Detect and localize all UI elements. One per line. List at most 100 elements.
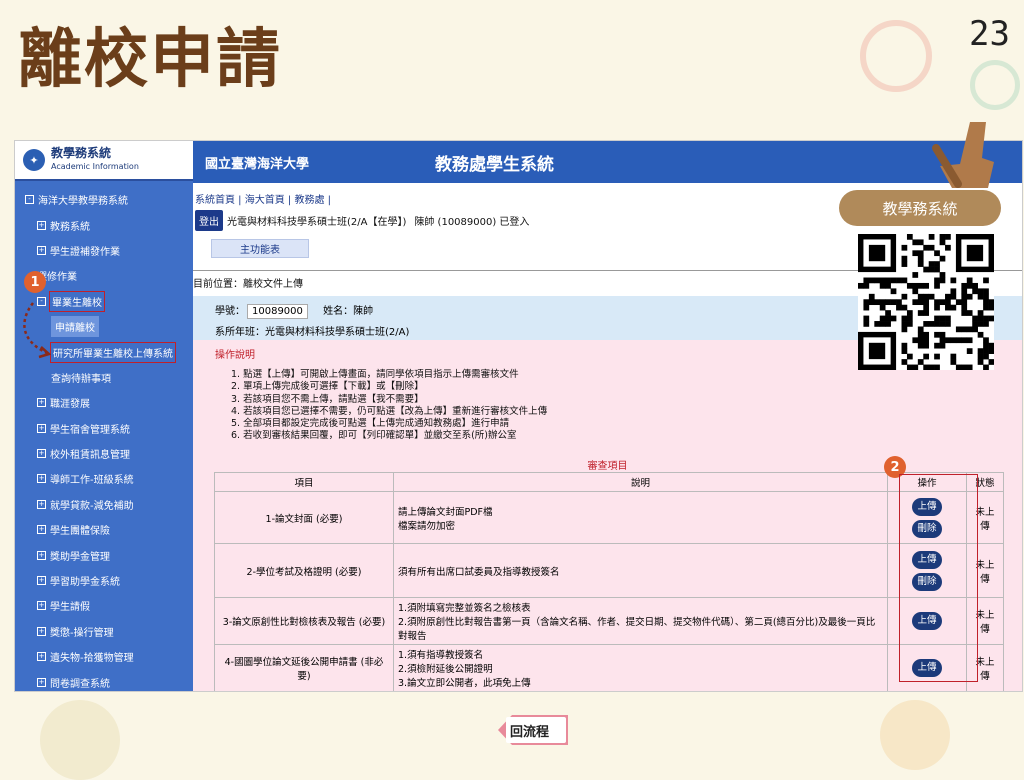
sidebar-item-label: 就學貸款-減免補助 xyxy=(50,500,134,512)
sidebar-logo[interactable]: ✦ 教學務系統 Academic Information xyxy=(15,141,193,181)
row-desc-line: 1.須有指導教授簽名 xyxy=(398,650,484,661)
sidebar-item-label: 學生證補發作業 xyxy=(50,246,120,258)
sidebar-item-label: 研究所畢業生離校上傳系統 xyxy=(50,341,176,363)
sidebar-item-label: 申請離校 xyxy=(51,316,99,338)
instruction-step: 1. 點選【上傳】可開啟上傳畫面，請同學依項目指示上傳需審核文件 xyxy=(231,369,519,380)
university-logo[interactable]: 國立臺灣海洋大學 xyxy=(193,153,435,172)
sidebar-item[interactable]: + 學生請假 xyxy=(15,593,193,618)
student-id-label: 學號： xyxy=(215,306,245,317)
sidebar-item[interactable]: + 學生宿舍管理系統 xyxy=(15,416,193,441)
expand-icon[interactable]: + xyxy=(37,449,46,459)
expand-icon[interactable]: + xyxy=(37,245,46,255)
sidebar-item[interactable]: + 遺失物-拾獲物管理 xyxy=(15,644,193,669)
expand-icon[interactable]: + xyxy=(37,220,46,230)
expand-icon[interactable]: + xyxy=(37,499,46,509)
qr-label: 教學務系統 xyxy=(839,190,1001,226)
sidebar-item-label: 獎懲-操行管理 xyxy=(50,627,114,639)
row-desc: 請上傳論文封面PDF檔 檔案請勿加密 xyxy=(393,491,888,544)
expand-icon[interactable]: + xyxy=(37,576,46,586)
decor-shape xyxy=(880,700,950,770)
logo-subtitle: Academic Information xyxy=(51,162,139,171)
user-program: 光電與材料科技學系碩士班(2/A【在學】) xyxy=(227,217,407,228)
sidebar-item-label: 海洋大學教學務系統 xyxy=(38,196,128,208)
row-desc-line: 2.須檢附延後公開證明 xyxy=(398,664,493,675)
expand-icon[interactable]: + xyxy=(37,550,46,560)
user-name: 陳帥 (10089000) 已登入 xyxy=(414,217,530,228)
student-id-value: 10089000 xyxy=(247,304,308,319)
row-desc-line: 請上傳論文封面PDF檔 xyxy=(398,506,493,518)
row-item: 2-學位考試及格證明 (必要) xyxy=(214,543,394,598)
table-row: 2-學位考試及格證明 (必要) 須有所有出席口試委員及指導教授簽名 上傳 刪除 未上傳 xyxy=(214,543,1004,598)
collapse-icon[interactable]: - xyxy=(25,195,34,205)
sidebar-item[interactable]: + 學生團體保險 xyxy=(15,517,193,542)
logout-button[interactable]: 登出 xyxy=(195,210,223,231)
banner-title: 教務處學生系統 xyxy=(435,154,554,175)
expand-icon[interactable]: + xyxy=(37,601,46,611)
col-item: 項目 xyxy=(214,472,394,492)
logo-title: 教學務系統 xyxy=(51,146,112,160)
table-row: 1-論文封面 (必要) 請上傳論文封面PDF檔 檔案請勿加密 上傳 刪除 未上傳 xyxy=(214,491,1004,544)
sidebar-item-label: 問卷調查系統 xyxy=(50,678,110,690)
sidebar-item-label: 學習助學金系統 xyxy=(50,577,120,589)
sidebar-item-label: 學生請假 xyxy=(50,602,90,614)
expand-icon[interactable]: + xyxy=(37,626,46,636)
sidebar-item[interactable]: + 學生證補發作業 xyxy=(15,238,193,263)
table-row: 3-論文原創性比對檢核表及報告 (必要) 1.須附填寫完整並簽名之檢核表 2.須附原… xyxy=(214,597,1004,645)
row-desc-line: 須有所有出席口試委員及指導教授簽名 xyxy=(398,566,560,578)
sidebar-item-label: 職涯發展 xyxy=(50,399,90,411)
row-item: 4-國圖學位論文延後公開申請書 (非必要) xyxy=(214,644,394,691)
student-name-value: 陳帥 xyxy=(353,306,374,317)
sidebar: ✦ 教學務系統 Academic Information - 海洋大學教學務系統 + 教… xyxy=(15,141,193,691)
sidebar-item[interactable]: - 海洋大學教學務系統 xyxy=(15,187,193,212)
row-desc-line: 檔案請勿加密 xyxy=(398,520,456,532)
step-badge-1: 1 xyxy=(24,271,46,293)
dotted-arrow-icon xyxy=(23,302,51,359)
row-desc: 須有所有出席口試委員及指導教授簽名 xyxy=(393,543,888,598)
decor-shape xyxy=(40,700,120,780)
sidebar-item-label: 導師工作-班級系統 xyxy=(50,475,134,487)
expand-icon[interactable]: + xyxy=(37,398,46,408)
sidebar-item[interactable]: + 校外租賃訊息管理 xyxy=(15,441,193,466)
instruction-step: 2. 單項上傳完成後可選擇【下載】或【刪除】 xyxy=(231,381,424,393)
sidebar-item-label: 學生宿舍管理系統 xyxy=(50,424,130,436)
sidebar-item-label: 查詢待辦事項 xyxy=(51,373,111,385)
sidebar-item-label: 獎助學金管理 xyxy=(50,551,110,563)
expand-icon[interactable]: + xyxy=(37,423,46,433)
qr-code[interactable] xyxy=(858,234,995,371)
sidebar-item[interactable]: + 問卷調查系統 xyxy=(15,669,193,691)
expand-icon[interactable]: + xyxy=(37,525,46,535)
highlight-op-column xyxy=(899,474,978,682)
sidebar-item[interactable]: + 獎助學金管理 xyxy=(15,542,193,567)
expand-icon[interactable]: + xyxy=(37,677,46,687)
sidebar-item[interactable]: + 導師工作-班級系統 xyxy=(15,466,193,491)
instruction-step: 6. 若收到審核結果回覆，即可【列印確認單】並繳交至系(所)辦公室 xyxy=(231,430,517,442)
banner: 國立臺灣海洋大學 教務處學生系統 xyxy=(193,141,1022,183)
sidebar-item[interactable]: + 教務系統 xyxy=(15,212,193,237)
row-desc-line: 1.須附填寫完整並簽名之檢核表 xyxy=(398,603,531,614)
flow-back-button[interactable]: 回流程 xyxy=(510,721,549,740)
decor-shape xyxy=(970,60,1020,110)
sidebar-item[interactable]: + 學習助學金系統 xyxy=(15,568,193,593)
sidebar-item[interactable]: 查詢待辦事項 xyxy=(15,365,193,390)
sidebar-item[interactable]: + 獎懲-操行管理 xyxy=(15,619,193,644)
table-header-row: 項目 說明 操作 狀態 xyxy=(214,472,1004,492)
pointing-hand-icon xyxy=(932,122,994,188)
row-desc-line: 2.須附原創性比對報告書第一頁（含論文名稱、作者、提交日期、提交物件代碼）、第二… xyxy=(398,617,876,642)
student-name-label: 姓名： xyxy=(323,306,354,317)
instructions-steps: 1. 點選【上傳】可開啟上傳畫面，請同學依項目指示上傳需審核文件 2. 單項上傳完… xyxy=(231,369,1022,443)
page-number: 23 xyxy=(969,14,1010,54)
slide-title: 離校申請 xyxy=(18,23,282,97)
instruction-step: 3. 若該項目您不需上傳，請點選【我不需要】 xyxy=(231,393,424,405)
sidebar-item[interactable]: + 職涯發展 xyxy=(15,390,193,415)
expand-icon[interactable]: + xyxy=(37,474,46,484)
logo-icon: ✦ xyxy=(23,149,45,171)
row-desc: 1.須有指導教授簽名 2.須檢附延後公開證明 3.論文立即公開者，此項免上傳 xyxy=(393,644,888,691)
expand-icon[interactable]: + xyxy=(37,652,46,662)
instruction-step: 5. 全部項目都設定完成後可點選【上傳完成通知教務處】進行申請 xyxy=(231,418,510,430)
sidebar-item[interactable]: + 就學貸款-減免補助 xyxy=(15,492,193,517)
sidebar-menu: - 海洋大學教學務系統 + 教務系統 + 學生證補發作業 選修作業 - 畢業生離校 申請離校 研究所… xyxy=(15,181,193,691)
row-desc-line: 3.論文立即公開者，此項免上傳 xyxy=(398,678,531,689)
instructions-panel: 操作說明 1. 點選【上傳】可開啟上傳畫面，請同學依項目指示上傳需審核文件 2. … xyxy=(193,340,1022,691)
instruction-step: 4. 若該項目您已選擇不需要，仍可點選【改為上傳】重新進行審核文件上傳 xyxy=(231,405,548,417)
main-menu-button[interactable]: 主功能表 xyxy=(211,239,309,258)
